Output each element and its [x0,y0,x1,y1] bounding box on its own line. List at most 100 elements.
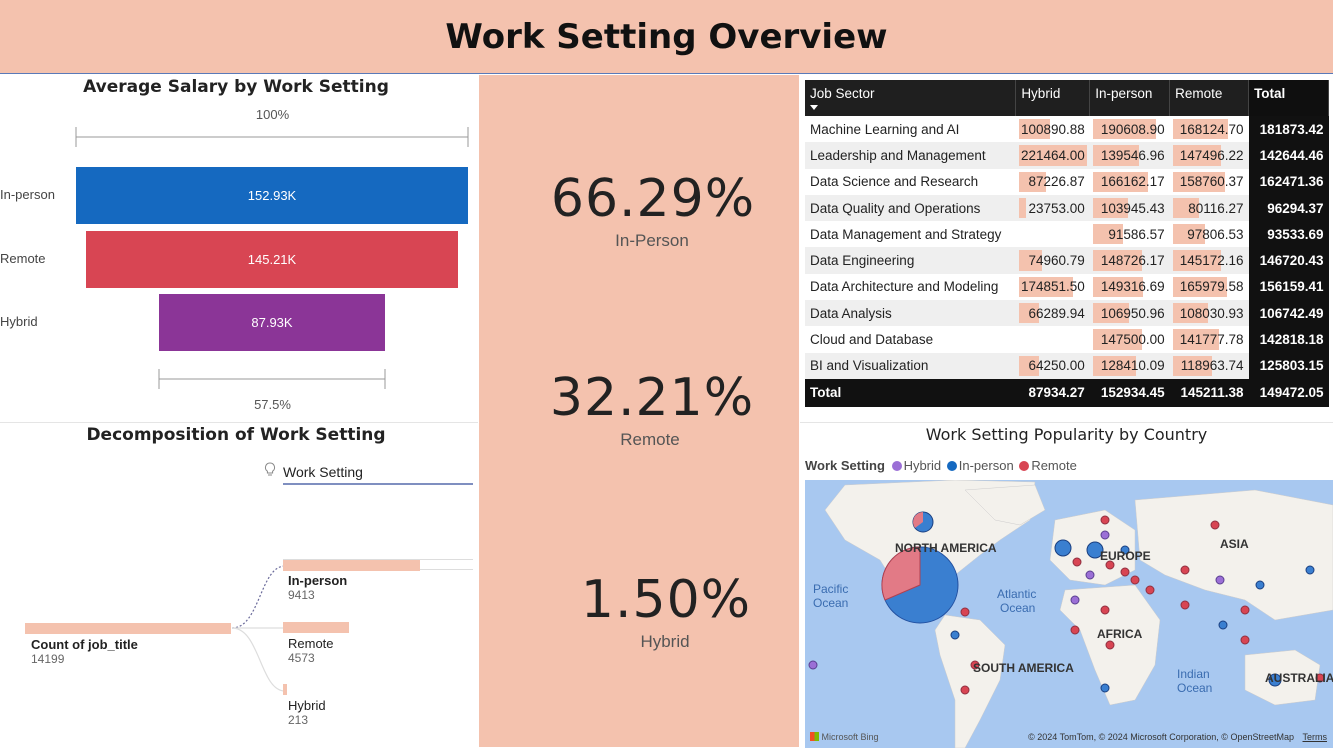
matrix-cell-value: 141777.78 [1179,332,1244,348]
matrix-cell-value: 80116.27 [1188,200,1244,216]
col-inperson[interactable]: In-person [1089,80,1171,116]
decomp-level-header[interactable]: Work Setting [283,462,473,485]
funnel-bar-remote[interactable]: 145.21K [85,231,459,288]
decomposition-title: Decomposition of Work Setting [86,425,386,445]
matrix-cell-value: 128410.09 [1100,358,1165,374]
decomposition-panel[interactable]: Decomposition of Work Setting Work Setti… [0,422,478,747]
matrix-cell-value: 158760.37 [1179,174,1244,190]
map-attribution: © 2024 TomTom, © 2024 Microsoft Corporat… [1028,732,1327,742]
legend-hybrid-label: Hybrid [903,458,942,473]
matrix-cell-sector: Leadership and Management [805,142,1016,169]
matrix-cell-value: 149316.69 [1100,279,1165,295]
legend-hybrid[interactable]: Hybrid [891,458,942,473]
map-panel[interactable]: Work Setting Popularity by Country Work … [800,422,1333,748]
decomp-connectors [231,565,286,692]
kpi-column: 66.29% In-Person 32.21% Remote 1.50% Hyb… [479,75,799,747]
matrix-cell-hybrid: 100890.88 [1016,116,1090,142]
matrix-cell-value: 23753.00 [1028,200,1085,216]
funnel-bar-inperson[interactable]: 152.93K [76,167,468,224]
inperson-dot-icon [946,461,957,471]
terms-link[interactable]: Terms [1303,732,1328,742]
matrix-panel[interactable]: Job Sector Hybrid In-person Remote Total… [805,80,1329,407]
kpi-remote-value: 32.21% [549,368,755,428]
col-total[interactable]: Total [1248,80,1329,116]
funnel-bottom-bracket [158,369,386,389]
hybrid-dot-icon [891,461,902,471]
page-title: Work Setting Overview [445,16,888,57]
matrix-cell-value: 190608.90 [1100,121,1165,137]
matrix-cell-hybrid: 174851.50 [1016,274,1090,300]
decomp-root-bar [25,623,231,634]
decomp-node-value: 9413 [288,588,315,602]
label-north-america: NORTH AMERICA [895,541,997,555]
matrix-row[interactable]: Data Analysis 66289.94 106950.96 108030.93 1… [805,300,1329,327]
matrix-cell-remote: 108030.93 [1169,300,1249,327]
label-south-america: SOUTH AMERICA [973,661,1074,675]
matrix-row[interactable]: Data Management and Strategy 91586.57 9780… [805,221,1329,248]
decomp-node-remote[interactable]: Remote 4573 [283,622,473,665]
matrix-cell-sector: Data Science and Research [810,174,979,190]
matrix-cell-value: 66289.94 [1028,305,1085,321]
label-indian-ocean: Ocean [1177,681,1212,695]
matrix-cell-hybrid: 66289.94 [1015,300,1090,327]
decomp-node-inperson[interactable]: In-person 9413 [283,559,473,602]
matrix-row[interactable]: Machine Learning and AI 100890.88 190608.9… [805,116,1329,143]
funnel-bar-hybrid[interactable]: 87.93K [159,294,385,351]
legend-inperson[interactable]: In-person [946,458,1014,473]
decomp-root-node[interactable]: Count of job_title 14199 [25,623,235,666]
matrix-cell-inperson: 91586.57 [1090,221,1170,247]
matrix-cell-value: 166162.17 [1100,174,1165,190]
decomp-bar-track [283,559,473,571]
funnel-panel[interactable]: Average Salary by Work Setting 100% In-p… [0,75,478,421]
matrix-cell-value: 74960.79 [1028,253,1085,269]
map-legend: Work Setting Hybrid In-person Remote [805,458,1077,473]
kpi-hybrid-label: Hybrid [640,632,690,651]
matrix-cell-total: 125803.15 [1248,352,1329,379]
decomp-bar-fill [283,560,420,571]
map-title: Work Setting Popularity by Country [925,425,1208,444]
sort-desc-icon[interactable] [810,105,818,110]
matrix-row[interactable]: Leadership and Management 221464.00 139546… [805,142,1329,169]
matrix-cell-remote: 165979.58 [1170,274,1249,300]
matrix-cell-value: 87226.87 [1028,174,1085,190]
decomp-bar-track [283,622,473,633]
decomp-root-label: Count of job_title [31,637,138,652]
matrix-cell-hybrid [1016,221,1090,247]
col-hybrid[interactable]: Hybrid [1015,80,1091,116]
matrix-cell-inperson: 190608.90 [1090,116,1170,142]
matrix-cell-total: 142644.46 [1248,142,1329,169]
matrix-row[interactable]: Data Engineering 74960.79 148726.17 145172.… [805,247,1329,274]
matrix-cell-value: 91586.57 [1108,226,1165,242]
matrix-cell-value: 148726.17 [1100,253,1165,269]
col-job-sector[interactable]: Job Sector [805,80,1017,116]
world-map[interactable]: NORTH AMERICA EUROPE ASIA AFRICA SOUTH A… [805,480,1333,748]
label-europe: EUROPE [1100,549,1151,563]
decomp-node-label: In-person [288,573,348,588]
decomp-node-label: Hybrid [288,698,326,713]
matrix-row[interactable]: Data Architecture and Modeling 174851.50 1… [805,273,1329,301]
matrix-row[interactable]: Data Science and Research 87226.87 166162.… [805,168,1329,195]
label-atlantic-ocean: Ocean [1000,601,1035,615]
page-header: Work Setting Overview [0,0,1333,74]
matrix-cell-value: 174851.50 [1020,279,1085,295]
matrix-row[interactable]: BI and Visualization 64250.00 128410.09 118… [805,352,1329,379]
label-indian: Indian [1177,667,1210,681]
kpi-hybrid-value: 1.50% [580,570,752,630]
matrix-cell-value: 147496.22 [1179,147,1244,163]
matrix-row[interactable]: Data Quality and Operations 23753.00 10394… [805,194,1329,222]
col-remote[interactable]: Remote [1169,80,1250,116]
matrix-cell-hybrid [1016,326,1090,352]
matrix-total-remote: 145211.38 [1169,378,1249,407]
funnel-bottom-percent: 57.5% [254,397,291,412]
matrix-cell-total: 142818.18 [1248,326,1329,353]
decomp-node-hybrid[interactable]: Hybrid 213 [283,684,473,727]
matrix-cell-total: 156159.41 [1248,273,1329,301]
matrix-row[interactable]: Cloud and Database 147500.00 141777.78 1428… [805,326,1329,353]
matrix-cell-sector: Data Architecture and Modeling [810,279,999,295]
matrix-cell-value: 118963.74 [1180,358,1244,374]
attribution-text: © 2024 TomTom, © 2024 Microsoft Corporat… [1028,732,1294,742]
salary-matrix[interactable]: Job Sector Hybrid In-person Remote Total… [805,80,1329,407]
legend-remote[interactable]: Remote [1019,458,1077,473]
matrix-cell-sector: Cloud and Database [810,332,934,348]
kpi-inperson: 66.29% In-Person [479,169,799,251]
